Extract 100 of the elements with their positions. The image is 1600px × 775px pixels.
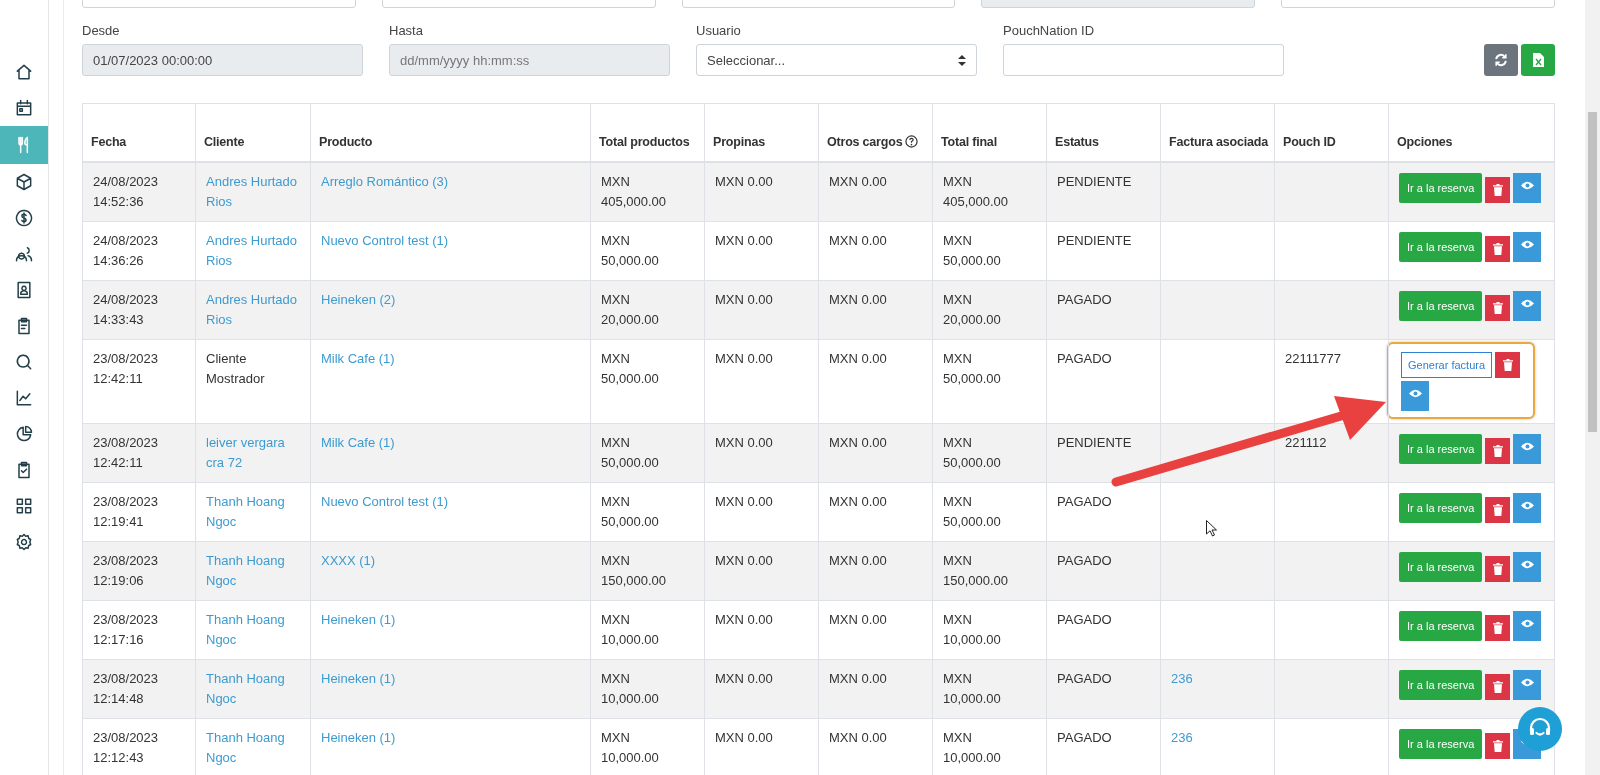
view-button[interactable] xyxy=(1513,433,1542,464)
table-cell-text: 23/08/2023 12:17:16 xyxy=(93,610,160,649)
table-cell-text: MXN 50,000.00 xyxy=(601,433,660,472)
eye-icon xyxy=(1520,239,1534,249)
table-cell-text: MXN 50,000.00 xyxy=(943,349,1002,388)
user-select[interactable]: Seleccionar... xyxy=(696,44,977,76)
column-header: Producto xyxy=(319,133,373,151)
table-cell-text: MXN 0.00 xyxy=(715,290,774,309)
table-cell-text: 23/08/2023 12:42:11 xyxy=(93,349,160,388)
table-cell-text: PAGADO xyxy=(1057,492,1113,511)
table-cell-text: MXN 0.00 xyxy=(715,728,774,747)
pie-chart-icon xyxy=(14,424,34,444)
table-cell-text: MXN 0.00 xyxy=(829,349,888,368)
dollar-coin-icon xyxy=(14,208,34,228)
go-to-reservation-button[interactable]: Ir a la reserva xyxy=(1399,290,1483,321)
view-button[interactable] xyxy=(1513,290,1542,321)
table-cell-text: MXN 10,000.00 xyxy=(601,610,660,649)
eye-icon xyxy=(1520,677,1534,687)
box-icon xyxy=(14,172,34,192)
table-cell-text: PAGADO xyxy=(1057,349,1113,368)
view-button[interactable] xyxy=(1513,492,1542,523)
trash-icon xyxy=(1502,358,1513,371)
go-to-reservation-button[interactable]: Ir a la reserva xyxy=(1399,231,1483,262)
table-cell-text: MXN 0.00 xyxy=(829,433,888,452)
table-cell-text: Cliente Mostrador xyxy=(206,349,266,388)
delete-button[interactable] xyxy=(1485,294,1511,321)
eye-icon xyxy=(1520,500,1534,510)
table-cell-text: MXN 0.00 xyxy=(715,610,774,629)
table-cell-text: MXN 50,000.00 xyxy=(601,349,660,388)
table-cell-text: 23/08/2023 12:12:43 xyxy=(93,728,160,767)
table-cell-text: MXN 150,000.00 xyxy=(943,551,1010,590)
excel-export-button[interactable] xyxy=(1521,44,1555,76)
go-to-reservation-button[interactable]: Ir a la reserva xyxy=(1399,669,1483,700)
table-cell-text: PENDIENTE xyxy=(1057,172,1133,191)
home-icon xyxy=(14,62,34,82)
go-to-reservation-button[interactable]: Ir a la reserva xyxy=(1399,728,1483,759)
view-button[interactable] xyxy=(1513,172,1542,203)
delete-button[interactable] xyxy=(1485,235,1511,262)
delete-button[interactable] xyxy=(1485,496,1511,523)
table-cell-text: MXN 50,000.00 xyxy=(943,231,1002,270)
delete-button[interactable] xyxy=(1485,614,1511,641)
table-cell-text: MXN 10,000.00 xyxy=(943,728,1002,767)
table-cell-text: 24/08/2023 14:33:43 xyxy=(93,290,160,329)
column-header: Opciones xyxy=(1397,133,1453,151)
trash-icon xyxy=(1492,301,1503,314)
refresh-button[interactable] xyxy=(1484,44,1518,76)
view-button[interactable] xyxy=(1401,380,1429,411)
table-cell-text: PAGADO xyxy=(1057,728,1113,747)
view-button[interactable] xyxy=(1513,551,1542,582)
table-cell-text: MXN 405,000.00 xyxy=(943,172,1010,211)
go-to-reservation-button[interactable]: Ir a la reserva xyxy=(1399,433,1483,464)
delete-button[interactable] xyxy=(1485,732,1511,759)
help-icon xyxy=(905,135,919,148)
sort-caret-icon xyxy=(958,54,966,66)
table-cell-text: MXN 0.00 xyxy=(829,172,888,191)
delete-button[interactable] xyxy=(1495,351,1521,378)
go-to-reservation-button[interactable]: Ir a la reserva xyxy=(1399,551,1483,582)
table-cell-text: PAGADO xyxy=(1057,610,1113,629)
eye-icon xyxy=(1520,298,1534,308)
table-cell-text: MXN 150,000.00 xyxy=(601,551,668,590)
eye-icon xyxy=(1520,559,1534,569)
table-cell-text: MXN 0.00 xyxy=(715,349,774,368)
table-cell-text: MXN 10,000.00 xyxy=(943,669,1002,708)
view-button[interactable] xyxy=(1513,231,1542,262)
table-cell-text: MXN 0.00 xyxy=(715,669,774,688)
table-cell-text: MXN 50,000.00 xyxy=(601,231,660,270)
table-cell-text: 24/08/2023 14:36:26 xyxy=(93,231,160,270)
table-cell-text: MXN 0.00 xyxy=(829,669,888,688)
column-header: Fecha xyxy=(91,133,127,151)
delete-button[interactable] xyxy=(1485,555,1511,582)
column-header: Cliente xyxy=(204,133,245,151)
column-header: Total final xyxy=(941,133,997,151)
view-button[interactable] xyxy=(1513,669,1542,700)
trash-icon xyxy=(1492,739,1503,752)
table-cell-text: MXN 0.00 xyxy=(829,551,888,570)
go-to-reservation-button[interactable]: Ir a la reserva xyxy=(1399,172,1483,203)
go-to-reservation-button[interactable]: Ir a la reserva xyxy=(1399,492,1483,523)
trash-icon xyxy=(1492,680,1503,693)
table-cell-text: 23/08/2023 12:42:11 xyxy=(93,433,160,472)
column-header: Estatus xyxy=(1055,133,1099,151)
table-cell-text: PENDIENTE xyxy=(1057,231,1133,250)
input-field[interactable] xyxy=(1003,44,1284,76)
table-cell-text: MXN 0.00 xyxy=(829,290,888,309)
table-cell-text: MXN 10,000.00 xyxy=(601,669,660,708)
grid-icon xyxy=(14,496,34,516)
trash-icon xyxy=(1492,183,1503,196)
column-header: Propinas xyxy=(713,133,765,151)
search-icon xyxy=(14,352,34,372)
view-button[interactable] xyxy=(1513,610,1542,641)
generate-invoice-button[interactable]: Generar factura xyxy=(1401,351,1493,378)
delete-button[interactable] xyxy=(1485,176,1511,203)
table-cell-text: MXN 50,000.00 xyxy=(601,492,660,531)
column-header: Otros cargos xyxy=(827,133,903,151)
delete-button[interactable] xyxy=(1485,437,1511,464)
delete-button[interactable] xyxy=(1485,673,1511,700)
table-cell-text: MXN 0.00 xyxy=(829,231,888,250)
table-cell-text: 23/08/2023 12:19:41 xyxy=(93,492,160,531)
scrollbar[interactable] xyxy=(1585,0,1600,775)
table-cell-text: PAGADO xyxy=(1057,669,1113,688)
go-to-reservation-button[interactable]: Ir a la reserva xyxy=(1399,610,1483,641)
